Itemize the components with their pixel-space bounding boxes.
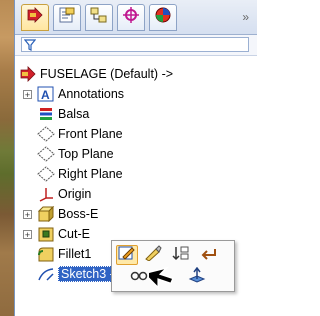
normal-to-button[interactable] — [186, 266, 208, 288]
edit-sketch-button[interactable] — [116, 245, 138, 265]
tree-filter-input[interactable] — [21, 37, 249, 52]
glasses-icon — [130, 268, 148, 287]
tree-item-label: Annotations — [58, 87, 125, 101]
plane-icon — [37, 165, 55, 183]
tree-item-boss-extrude[interactable]: + Boss-E — [19, 204, 98, 224]
expand-plus-icon[interactable]: + — [23, 230, 32, 240]
plane-icon — [37, 145, 55, 163]
manager-tab-bar: » — [15, 0, 257, 35]
tree-item-label: Origin — [58, 187, 92, 201]
tree-item-origin[interactable]: Origin — [37, 184, 91, 204]
sketch-icon — [37, 265, 55, 283]
tree-item-label: Top Plane — [58, 147, 114, 161]
tree-item-cut-extrude[interactable]: + Cut-E — [19, 224, 90, 244]
tab-dimxpert-manager[interactable] — [117, 4, 145, 31]
tree-item-right-plane[interactable]: Right Plane — [37, 164, 123, 184]
tree-item-annotations[interactable]: + A Annotations — [19, 84, 124, 104]
cut-extrude-icon — [37, 225, 55, 243]
configuration-manager-icon — [90, 7, 108, 28]
rollback-arrow-icon — [200, 245, 218, 266]
tree-item-label: Boss-E — [58, 207, 99, 221]
dimxpert-icon — [122, 7, 140, 28]
material-icon — [37, 105, 55, 123]
filter-funnel-icon — [23, 38, 37, 56]
normal-to-icon — [188, 266, 206, 288]
tab-display-manager[interactable] — [149, 4, 177, 31]
display-manager-icon — [154, 7, 172, 28]
feature-manager-panel: » FUSELAGE (Default) -> + A Annotations … — [14, 0, 257, 316]
tree-item-label: Balsa — [58, 107, 90, 121]
tree-root-label: FUSELAGE (Default) -> — [40, 67, 174, 81]
edit-feature-icon — [144, 244, 162, 266]
plane-icon — [37, 125, 55, 143]
tab-feature-manager[interactable] — [21, 4, 49, 31]
tree-item-label: Right Plane — [58, 167, 123, 181]
annotations-icon: A — [37, 85, 55, 103]
tree-item-material[interactable]: Balsa — [37, 104, 89, 124]
tree-item-label: Fillet1 — [58, 247, 92, 261]
feature-manager-icon — [26, 7, 44, 28]
tab-property-manager[interactable] — [53, 4, 81, 31]
rebuild-arrow-icon — [172, 245, 190, 266]
edit-sketch-icon — [118, 245, 136, 266]
expand-plus-icon[interactable]: + — [23, 210, 32, 220]
zoom-to-selection-button[interactable] — [128, 267, 150, 287]
tree-item-front-plane[interactable]: Front Plane — [37, 124, 123, 144]
rollback-button[interactable] — [198, 245, 220, 265]
filter-row — [15, 35, 257, 56]
tab-configuration-manager[interactable] — [85, 4, 113, 31]
hide-show-button[interactable] — [170, 245, 192, 265]
fillet-icon — [37, 245, 55, 263]
property-manager-icon — [58, 7, 76, 28]
mouse-pointer-icon — [142, 266, 181, 305]
background-wood-texture — [0, 0, 14, 316]
tree-item-top-plane[interactable]: Top Plane — [37, 144, 114, 164]
tree-item-label: Front Plane — [58, 127, 123, 141]
edit-feature-button[interactable] — [142, 244, 164, 266]
boss-extrude-icon — [37, 205, 55, 223]
tree-item-label: Cut-E — [58, 227, 90, 241]
svg-text:A: A — [41, 88, 50, 102]
tree-item-fillet[interactable]: Fillet1 — [37, 244, 91, 264]
part-icon — [19, 65, 37, 83]
tab-overflow-chevron-icon[interactable]: » — [242, 10, 249, 24]
tree-root-item[interactable]: FUSELAGE (Default) -> — [19, 64, 173, 84]
origin-icon — [37, 185, 55, 203]
expand-plus-icon[interactable]: + — [23, 90, 32, 100]
